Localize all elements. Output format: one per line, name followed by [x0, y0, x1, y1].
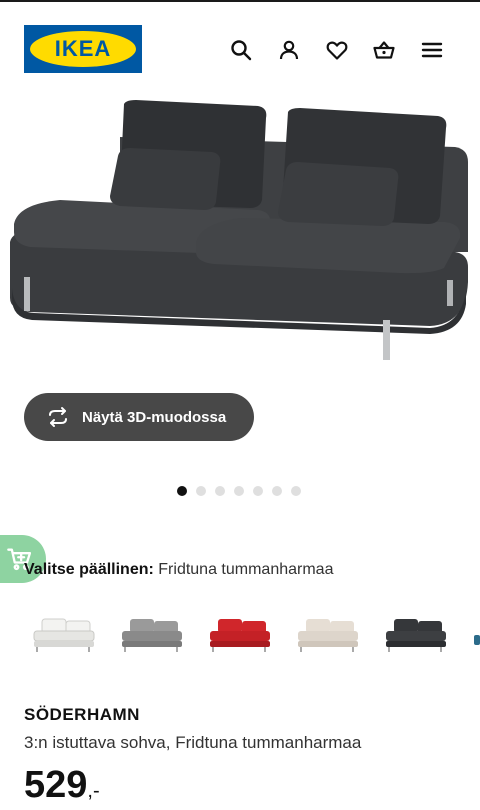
cover-label: Valitse päällinen: — [24, 561, 154, 578]
rotate-3d-icon — [49, 407, 67, 427]
view-3d-label: Näytä 3D-muodossa — [82, 408, 227, 426]
user-icon[interactable] — [275, 36, 303, 64]
product-name: SÖDERHAMN — [24, 705, 140, 724]
logo-text: IKEA — [54, 36, 112, 61]
variant-swatch-dark-grey[interactable] — [376, 600, 454, 670]
sofa-image — [10, 100, 468, 360]
sofa-thumbnail — [122, 619, 182, 652]
ikea-logo[interactable]: IKEA — [24, 25, 142, 73]
view-3d-button[interactable]: Näytä 3D-muodossa — [24, 393, 254, 441]
carousel-dots[interactable] — [177, 486, 301, 496]
sofa-thumbnail — [210, 619, 270, 652]
carousel-dot[interactable] — [196, 486, 206, 496]
sofa-thumbnail — [298, 619, 358, 652]
basket-icon[interactable] — [370, 36, 398, 64]
search-icon[interactable] — [227, 36, 255, 64]
cover-selector[interactable]: Valitse päällinen: Fridtuna tummanharmaa — [24, 561, 333, 579]
carousel-dot[interactable] — [215, 486, 225, 496]
carousel-dot[interactable] — [291, 486, 301, 496]
price-amount: 529 — [24, 764, 88, 806]
product-price: 529,- — [24, 764, 100, 807]
variant-swatch-partial[interactable] — [474, 635, 480, 645]
sofa-thumbnail — [33, 618, 95, 652]
carousel-dot[interactable] — [272, 486, 282, 496]
variant-swatch-beige[interactable] — [288, 600, 366, 670]
menu-icon[interactable] — [418, 36, 446, 64]
variant-swatch-grey[interactable] — [112, 600, 190, 670]
price-suffix: ,- — [87, 780, 100, 802]
sofa-thumbnail — [386, 619, 446, 652]
product-image[interactable] — [0, 92, 480, 392]
variant-swatch-red[interactable] — [200, 600, 278, 670]
carousel-dot[interactable] — [177, 486, 187, 496]
logo-oval: IKEA — [30, 31, 136, 67]
variant-list — [24, 600, 480, 680]
cover-value: Fridtuna tummanharmaa — [158, 561, 334, 578]
carousel-dot[interactable] — [234, 486, 244, 496]
heart-icon[interactable] — [323, 36, 351, 64]
carousel-dot[interactable] — [253, 486, 263, 496]
product-description: 3:n istuttava sohva, Fridtuna tummanharm… — [24, 733, 362, 752]
site-header: IKEA — [0, 2, 480, 92]
variant-swatch-white[interactable] — [24, 600, 102, 670]
